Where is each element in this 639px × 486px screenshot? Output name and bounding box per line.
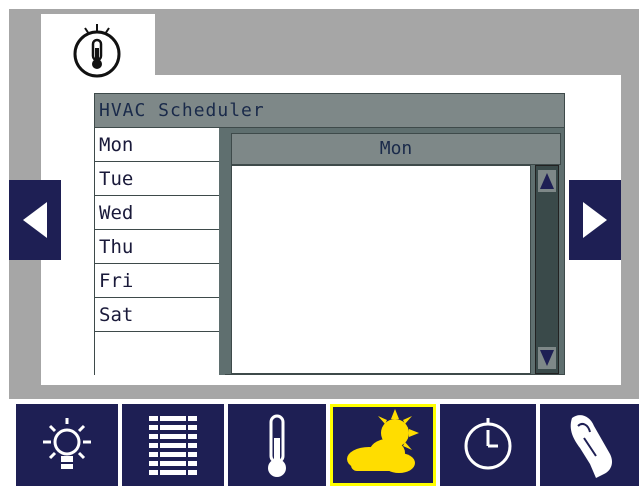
thermostat-button[interactable] — [228, 404, 326, 486]
hvac-scheduler-window: HVAC Scheduler Mon Tue Wed Thu Fri Sat M… — [94, 93, 565, 375]
day-item-tue[interactable]: Tue — [95, 162, 219, 196]
selected-day-header: Mon — [231, 133, 561, 165]
arrow-left-icon — [23, 202, 47, 238]
light-bulb-icon — [43, 418, 91, 469]
schedule-entries-list[interactable] — [231, 165, 531, 374]
day-item-thu[interactable]: Thu — [95, 230, 219, 264]
clock-icon — [464, 418, 512, 470]
thermometer-icon — [268, 414, 286, 477]
arrow-right-icon — [583, 202, 607, 238]
weather-icon — [347, 409, 419, 473]
scroll-down-button[interactable] — [538, 347, 556, 369]
scrollbar[interactable] — [535, 165, 559, 374]
next-page-button[interactable] — [569, 180, 621, 260]
day-item-fri[interactable]: Fri — [95, 264, 219, 298]
blinds-button[interactable] — [122, 404, 224, 486]
bottom-toolbar — [0, 404, 639, 486]
day-item-empty[interactable] — [95, 332, 219, 366]
weather-button[interactable] — [330, 404, 436, 486]
scroll-up-button[interactable] — [538, 170, 556, 192]
schedule-clock-button[interactable] — [440, 404, 536, 486]
day-item-wed[interactable]: Wed — [95, 196, 219, 230]
scheduler-title: HVAC Scheduler — [95, 94, 564, 128]
prev-page-button[interactable] — [9, 180, 61, 260]
day-item-sat[interactable]: Sat — [95, 298, 219, 332]
day-list: Mon Tue Wed Thu Fri Sat — [95, 128, 225, 375]
thermometer-tab-icon[interactable] — [65, 20, 129, 84]
cleaning-icon — [570, 415, 612, 478]
day-item-mon[interactable]: Mon — [95, 128, 219, 162]
blinds-icon — [149, 414, 197, 478]
lighting-button[interactable] — [16, 404, 118, 486]
cleaning-button[interactable] — [540, 404, 639, 486]
